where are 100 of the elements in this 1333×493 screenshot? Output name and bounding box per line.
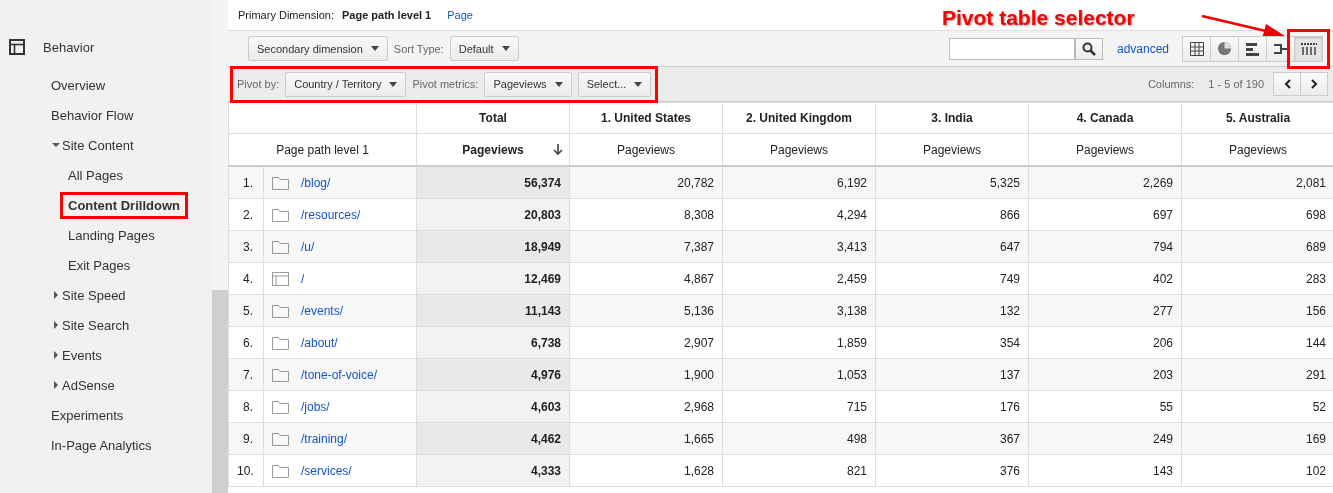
table-cell: 203 <box>1028 358 1182 391</box>
table-cell: 2,459 <box>722 262 876 295</box>
table-cell: 55 <box>1028 390 1182 423</box>
table-cell: 143 <box>1028 454 1182 487</box>
pivot-metric-dropdown[interactable]: Pageviews <box>484 71 572 97</box>
nav-item[interactable]: In-Page Analytics <box>43 431 160 459</box>
table-cell: 20,782 <box>569 166 723 199</box>
nav-item[interactable]: Site Content <box>54 131 142 159</box>
nav-item[interactable]: All Pages <box>60 161 131 189</box>
metric-header[interactable]: Pageviews <box>722 133 876 166</box>
page-path-link[interactable]: /training/ <box>301 431 348 446</box>
nav-item[interactable]: Experiments <box>43 401 132 429</box>
caret-right-icon[interactable] <box>52 291 60 299</box>
nav-item[interactable]: Site Speed <box>54 281 134 309</box>
folder-icon <box>272 303 289 318</box>
nav-item[interactable]: Exit Pages <box>60 251 139 279</box>
caret-down-icon <box>634 81 643 87</box>
table-cell: 169 <box>1181 422 1333 455</box>
previous-button[interactable] <box>1273 72 1301 96</box>
page-path-link[interactable]: /services/ <box>301 463 352 478</box>
row-number: 3. <box>228 230 264 263</box>
sort-down-icon <box>553 144 563 156</box>
table-cell: 698 <box>1181 198 1333 231</box>
table-cell: 5,136 <box>569 294 723 327</box>
table-cell: 1,900 <box>569 358 723 391</box>
search-field[interactable] <box>948 37 1075 60</box>
search-button[interactable] <box>1074 37 1103 60</box>
page-path-link[interactable]: / <box>301 271 305 286</box>
page-path-link[interactable]: /about/ <box>301 335 338 350</box>
nav-item[interactable]: Landing Pages <box>60 221 163 249</box>
metric-header[interactable]: Pageviews <box>1028 133 1182 166</box>
table-cell: 12,469 <box>416 262 570 295</box>
table-cell: 102 <box>1181 454 1333 487</box>
caret-down-icon <box>370 46 379 51</box>
dimension-header[interactable]: Page path level 1 <box>228 133 417 166</box>
nav-item[interactable]: AdSense <box>54 371 123 399</box>
row-number: 2. <box>228 198 264 231</box>
table-cell: 354 <box>875 326 1029 359</box>
page-path-link[interactable]: /jobs/ <box>301 399 330 414</box>
table-cell: 794 <box>1028 230 1182 263</box>
sort-type-label: Sort Type: <box>393 42 444 55</box>
pivot-by-label: Pivot by: <box>237 78 280 90</box>
column-group-header: 2. United Kingdom <box>722 102 876 134</box>
table-cell: 283 <box>1181 262 1333 295</box>
chevron-right-icon <box>1310 79 1318 89</box>
metric-header[interactable]: Pageviews <box>569 133 723 166</box>
caret-right-icon[interactable] <box>52 381 60 389</box>
page-path-link[interactable]: /u/ <box>301 239 315 254</box>
pie-chart-icon <box>1217 41 1232 56</box>
nav-section-label[interactable]: Behavior <box>43 39 95 55</box>
row-number: 9. <box>228 422 264 455</box>
table-cell: 137 <box>875 358 1029 391</box>
next-button[interactable] <box>1300 72 1328 96</box>
caret-down-icon <box>389 81 398 87</box>
nav-item[interactable]: Behavior Flow <box>43 101 142 129</box>
table-cell: 7,387 <box>569 230 723 263</box>
table-cell: 56,374 <box>416 166 570 199</box>
columns-range: 1 - 5 of 190 <box>1208 78 1264 90</box>
folder-icon <box>272 335 289 350</box>
pivot-table-icon <box>1300 42 1317 55</box>
scrollbar-thumb[interactable] <box>212 290 228 493</box>
metric-header[interactable]: Pageviews <box>1181 133 1333 166</box>
advanced-link[interactable]: advanced <box>1116 41 1169 56</box>
nav-item[interactable]: Overview <box>43 71 114 99</box>
table-cell: 156 <box>1181 294 1333 327</box>
page-path-link[interactable]: /blog/ <box>301 175 331 190</box>
pivot-by-dropdown[interactable]: Country / Territory <box>285 71 407 97</box>
table-cell: 367 <box>875 422 1029 455</box>
pivot-metric-dropdown[interactable]: Select... <box>577 71 652 97</box>
caret-right-icon[interactable] <box>52 351 60 359</box>
folder-icon <box>272 367 289 382</box>
table-cell: 1,053 <box>722 358 876 391</box>
sort-type-dropdown[interactable]: Default <box>449 36 519 61</box>
row-number: 10. <box>228 454 264 487</box>
nav-item[interactable]: Content Drilldown <box>60 191 188 219</box>
nav-item[interactable]: Events <box>54 341 110 369</box>
table-cell: 821 <box>722 454 876 487</box>
table-cell: 1,628 <box>569 454 723 487</box>
caret-down-icon <box>501 46 510 51</box>
metric-header[interactable]: Pageviews <box>875 133 1029 166</box>
secondary-dimension-dropdown[interactable]: Secondary dimension <box>248 36 388 61</box>
table-cell: 4,294 <box>722 198 876 231</box>
caret-right-icon[interactable] <box>52 321 60 329</box>
table-cell: 132 <box>875 294 1029 327</box>
caret-down-icon <box>554 81 563 87</box>
folder-icon <box>272 239 289 254</box>
table-cell: 866 <box>875 198 1029 231</box>
page-path-link[interactable]: /resources/ <box>301 207 361 222</box>
caret-down-icon[interactable] <box>52 141 60 149</box>
layout-icon <box>9 39 25 55</box>
dimension-option[interactable]: Page path level 1 <box>341 9 432 21</box>
page-path-link[interactable]: /events/ <box>301 303 344 318</box>
nav-item[interactable]: Site Search <box>54 311 138 339</box>
table-cell: 20,803 <box>416 198 570 231</box>
table-cell: 2,081 <box>1181 166 1333 199</box>
columns-label: Columns: <box>1147 78 1195 90</box>
table-cell: 3,138 <box>722 294 876 327</box>
dimension-option[interactable]: Page <box>447 9 473 21</box>
column-group-header: 4. Canada <box>1028 102 1182 134</box>
metric-header[interactable]: Pageviews <box>416 133 570 166</box>
